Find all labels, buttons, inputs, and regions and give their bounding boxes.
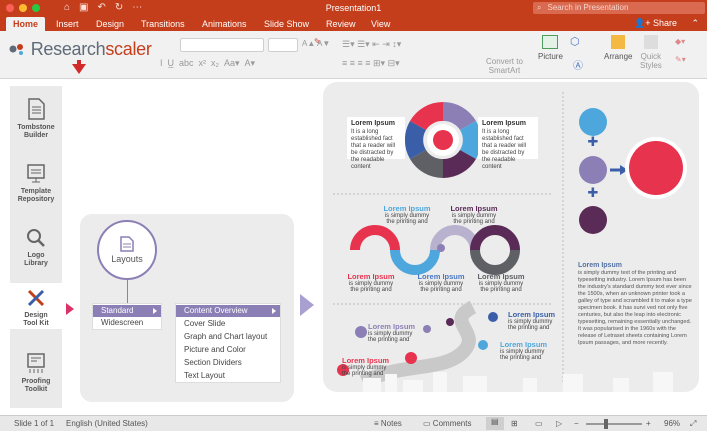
alignment-icons[interactable]: ≡ ≡ ≡ ≡ ⊞▾ ⊟▾ (342, 58, 400, 69)
slide-size-menu: Standard Widescreen (92, 303, 162, 330)
shapes-icon[interactable]: ⬡ (570, 35, 580, 48)
tab-transitions[interactable]: Transitions (141, 17, 185, 31)
body-paragraph: Lorem Ipsum is simply dummy text of the p… (578, 262, 692, 346)
shape-outline-icon[interactable]: ✎▾ (675, 55, 686, 64)
share-button[interactable]: 👤+ Share (634, 18, 677, 29)
process-circles: ✚ ✚ (579, 108, 687, 234)
quick-styles-icon (643, 35, 658, 49)
donut-text-left: Lorem Ipsum It is a long established fact… (347, 117, 405, 170)
menu-item-cover-slide[interactable]: Cover Slide (176, 318, 280, 330)
menu-item-graph-chart-layout[interactable]: Graph and Chart layout (176, 331, 280, 343)
tools-icon (27, 289, 45, 307)
road-label-4: Lorem Ipsum is simply dummy the printing … (500, 340, 548, 361)
selected-pointer-icon (66, 303, 74, 315)
font-name-dropdown[interactable] (180, 38, 264, 52)
arrange-button[interactable]: Arrange (604, 35, 632, 61)
tools-sidebar: Tombstone Builder Template Repository Logo… (10, 86, 62, 408)
submenu-arrow-icon (153, 308, 157, 314)
tab-slide-show[interactable]: Slide Show (264, 17, 309, 31)
comment-icon: ▭ (423, 419, 431, 428)
zoom-out-button[interactable]: − (574, 419, 579, 428)
notes-icon: ≡ (374, 419, 379, 428)
layouts-button[interactable]: Layouts (97, 220, 157, 280)
zoom-in-button[interactable]: + (646, 419, 651, 428)
menu-item-picture-color[interactable]: Picture and Color (176, 344, 280, 356)
clear-formatting-icon[interactable]: ✎ (314, 37, 321, 46)
sidebar-item-template-repository[interactable]: Template Repository (10, 162, 62, 204)
ribbon-tabs: Home Insert Design Transitions Animation… (0, 16, 707, 31)
text-box-icon[interactable]: Ⓐ (573, 57, 583, 72)
template-icon (27, 164, 45, 183)
quick-styles-button[interactable]: Quick Styles (640, 35, 662, 70)
language-indicator[interactable]: English (United States) (66, 419, 148, 428)
menu-item-section-dividers[interactable]: Section Dividers (176, 357, 280, 369)
svg-text:✚: ✚ (588, 186, 599, 201)
layout-document-icon (120, 236, 134, 252)
bullets-icons[interactable]: ☰▾ ☰▾ ⇤ ⇥ ↕▾ (342, 39, 401, 50)
gear-icon (9, 44, 23, 55)
sidebar-item-tombstone-builder[interactable]: Tombstone Builder (10, 98, 62, 140)
wave-label-4: Lorem Ipsum is simply dummy the printing … (417, 272, 465, 293)
status-bar: Slide 1 of 1 English (United States) ≡ N… (0, 415, 707, 431)
text-format-icons[interactable]: I U̲ abc x² x₂ Aa▾ A▾ (160, 58, 255, 69)
tab-insert[interactable]: Insert (56, 17, 79, 31)
tab-review[interactable]: Review (326, 17, 356, 31)
menu-item-widescreen[interactable]: Widescreen (93, 317, 161, 329)
preview-arrow-icon (300, 294, 314, 316)
wave-process-infographic (350, 225, 520, 275)
circular-infographic (404, 101, 482, 179)
tab-animations[interactable]: Animations (202, 17, 247, 31)
convert-smartart-button[interactable]: Convert to SmartArt (486, 57, 523, 75)
add-person-icon: 👤+ (633, 18, 651, 28)
wave-label-2: Lorem Ipsum is simply dummy the printing … (450, 204, 498, 225)
wave-label-1: Lorem Ipsum is simply dummy the printing … (383, 204, 431, 225)
reading-view-button[interactable]: ▭ (535, 419, 543, 428)
zoom-level[interactable]: 96% (664, 419, 680, 428)
svg-text:✚: ✚ (588, 135, 599, 150)
picture-button[interactable]: Picture (538, 35, 563, 61)
fit-to-window-icon[interactable]: ⤢ (690, 419, 696, 429)
connector-line (127, 278, 128, 303)
tab-view[interactable]: View (371, 17, 390, 31)
title-bar: ⌂ ▣ ↶ ↻ ⋯ Presentation1 ⌕ Search in Pres… (0, 0, 707, 16)
donut-text-right: Lorem Ipsum It is a long established fact… (478, 117, 538, 170)
menu-item-content-overview[interactable]: Content Overview (176, 305, 280, 317)
collapse-ribbon-icon[interactable]: ⌃ (691, 18, 699, 29)
search-icon: ⌕ (537, 3, 542, 12)
shape-fill-icon[interactable]: ◆▾ (675, 37, 685, 46)
picture-icon (542, 35, 559, 49)
comments-button[interactable]: ▭ Comments (423, 419, 471, 428)
arrange-icon (611, 35, 626, 49)
sidebar-item-logo-library[interactable]: Logo Library (10, 228, 62, 268)
sidebar-item-design-tool-kit[interactable]: Design Tool Kit (10, 283, 62, 329)
sidebar-item-proofing-toolkit[interactable]: Proofing Toolkit (10, 352, 62, 394)
submenu-arrow-icon (272, 308, 276, 314)
slide-sorter-button[interactable]: ⊞ (511, 419, 518, 428)
search-input[interactable]: ⌕ Search in Presentation (533, 2, 705, 14)
road-label-2: Lorem Ipsum is simply dummy the printing … (342, 356, 390, 377)
presenter-view-button[interactable]: ▷ (556, 419, 562, 428)
font-size-dropdown[interactable] (268, 38, 298, 52)
road-label-3: Lorem Ipsum is simply dummy the printing … (508, 310, 556, 331)
wave-label-5: Lorem Ipsum is simply dummy the printing … (477, 272, 525, 293)
researchscaler-logo: Researchscaler (8, 39, 152, 60)
layout-type-menu: Content Overview Cover Slide Graph and C… (175, 303, 281, 383)
tab-home[interactable]: Home (6, 17, 46, 31)
magnifier-icon (27, 229, 45, 247)
menu-item-standard[interactable]: Standard (93, 305, 161, 317)
slide-counter: Slide 1 of 1 (14, 419, 55, 428)
menu-item-text-layout[interactable]: Text Layout (176, 370, 280, 382)
ribbon: Researchscaler A▲ A▼ ✎ I U̲ abc x² x₂ Aa… (0, 31, 707, 79)
normal-view-button[interactable]: ▤ (486, 417, 504, 430)
zoom-slider-thumb[interactable] (604, 419, 608, 429)
proofing-icon (27, 353, 45, 373)
road-label-1: Lorem Ipsum is simply dummy the printing … (368, 322, 416, 343)
zoom-slider[interactable] (586, 423, 642, 425)
notes-button[interactable]: ≡ Notes (374, 419, 402, 428)
document-icon (28, 98, 45, 120)
wave-label-3: Lorem Ipsum is simply dummy the printing … (347, 272, 395, 293)
tab-design[interactable]: Design (96, 17, 124, 31)
down-arrow-icon (72, 64, 86, 74)
